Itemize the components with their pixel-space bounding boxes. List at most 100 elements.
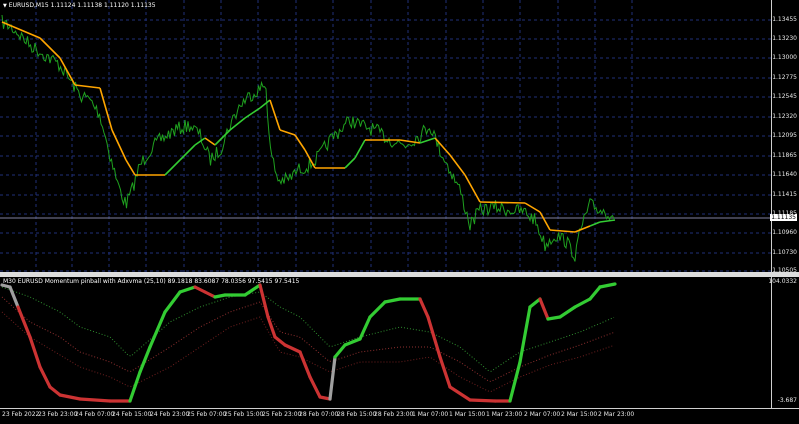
adaptive-ma-segment <box>194 137 206 146</box>
indicator-bottom-value: -3.687 <box>777 397 797 404</box>
adaptive-ma-segment <box>599 219 616 223</box>
adaptive-ma-segment <box>344 157 356 169</box>
adaptive-ma-segment <box>304 149 316 169</box>
time-label: 23 Feb 2022 <box>2 411 40 418</box>
momentum-segment <box>203 290 217 299</box>
momentum-segment <box>163 290 182 314</box>
momentum-segment <box>538 297 550 321</box>
price-tick-label: 1.10730 <box>772 249 797 256</box>
indicator-top-value: 104.0332 <box>768 278 797 285</box>
price-tick-label: 1.12775 <box>772 74 797 81</box>
momentum-segment <box>448 385 472 402</box>
price-line <box>1 14 615 262</box>
adaptive-ma-segment <box>214 129 231 146</box>
momentum-segment <box>298 350 312 379</box>
momentum-segment <box>328 355 337 401</box>
momentum-segment <box>308 375 322 399</box>
time-label: 28 Feb 15:00 <box>337 411 377 418</box>
adaptive-ma-segment <box>279 129 296 136</box>
adaptive-ma-segment <box>259 99 271 109</box>
momentum-segment <box>148 310 167 349</box>
adaptive-ma-segment <box>539 211 551 231</box>
time-label: 1 Mar 15:00 <box>449 411 486 418</box>
adaptive-ma-segment <box>179 144 196 161</box>
adaptive-ma-segment <box>524 202 541 213</box>
time-label: 1 Mar 23:00 <box>486 411 523 418</box>
price-tick-label: 1.13000 <box>772 54 797 61</box>
price-tick-label: 1.11640 <box>772 171 797 178</box>
adaptive-ma-segment <box>164 159 181 176</box>
adaptive-ma-segment <box>229 117 246 131</box>
momentum-segment <box>273 335 287 347</box>
adaptive-ma-segment <box>464 174 481 203</box>
momentum-segment <box>178 285 197 294</box>
momentum-segment <box>193 285 207 294</box>
momentum-segment <box>528 297 542 309</box>
chart-title: ▼ EURUSD,M15 1.11124 1.11138 1.11120 1.1… <box>3 2 156 9</box>
price-tick-label: 1.10505 <box>772 267 797 274</box>
indicator-title: M30 EURUSD Momentum pinball with Adxvma … <box>3 278 300 285</box>
momentum-segment <box>418 297 430 319</box>
time-label: 23 Feb 23:00 <box>38 411 78 418</box>
momentum-segment <box>16 305 32 339</box>
price-tick-label: 1.13455 <box>772 16 797 23</box>
symbol-ohlc-label: EURUSD,M15 1.11124 1.11138 1.11120 1.111… <box>8 2 156 9</box>
price-tick-label: 1.11865 <box>772 152 797 159</box>
momentum-segment <box>558 305 577 319</box>
momentum-segment <box>48 385 62 397</box>
momentum-segment <box>58 393 82 401</box>
time-label: 25 Feb 23:00 <box>262 411 302 418</box>
adaptive-ma-segment <box>294 134 306 151</box>
adaptive-ma-segment <box>354 139 366 159</box>
momentum-segment <box>38 365 52 389</box>
time-label: 2 Mar 07:00 <box>524 411 561 418</box>
momentum-segment <box>333 343 347 359</box>
price-chart-pane[interactable]: ▼ EURUSD,M15 1.11124 1.11138 1.11120 1.1… <box>0 0 772 272</box>
momentum-segment <box>426 315 442 359</box>
adaptive-ma-segment <box>549 229 576 233</box>
momentum-segment <box>138 345 152 374</box>
momentum-segment <box>383 297 402 304</box>
window-menu-caret[interactable]: ▼ <box>3 3 7 9</box>
time-label: 24 Feb 07:00 <box>75 411 115 418</box>
price-tick-label: 1.12320 <box>772 113 797 120</box>
adaptive-ma-segment <box>99 87 113 131</box>
price-tick-label: 1.10960 <box>772 229 797 236</box>
momentum-segment <box>283 343 302 354</box>
momentum-segment <box>518 305 532 364</box>
time-label: 28 Feb 23:00 <box>374 411 414 418</box>
current-price-tag: 1.11135 <box>770 214 797 221</box>
time-label: 28 Feb 07:00 <box>299 411 339 418</box>
momentum-segment <box>546 315 562 321</box>
momentum-segment <box>468 398 497 403</box>
momentum-segment <box>438 355 452 389</box>
price-tick-label: 1.13230 <box>772 35 797 42</box>
time-label: 25 Feb 15:00 <box>224 411 264 418</box>
adaptive-ma-segment <box>204 137 216 146</box>
momentum-segment <box>8 285 20 309</box>
momentum-segment <box>28 335 42 369</box>
price-tick-label: 1.12545 <box>772 93 797 100</box>
momentum-segment <box>358 315 372 341</box>
adaptive-ma-segment <box>479 201 526 204</box>
price-axis[interactable]: 1.13455 1.13230 1.13000 1.12775 1.12545 1.123… <box>770 0 799 274</box>
adaptive-ma-segment <box>449 154 466 176</box>
adaptive-ma-segment <box>574 225 591 233</box>
indicator-svg[interactable] <box>0 277 772 408</box>
time-label: 24 Feb 15:00 <box>112 411 152 418</box>
time-label: 2 Mar 23:00 <box>598 411 635 418</box>
adaptive-ma-segment <box>269 99 281 131</box>
momentum-segment <box>573 297 592 309</box>
time-label: 1 Mar 07:00 <box>412 411 449 418</box>
time-label: 24 Feb 23:00 <box>150 411 190 418</box>
momentum-segment <box>598 282 617 289</box>
momentum-segment <box>128 370 142 403</box>
time-label: 2 Mar 15:00 <box>561 411 598 418</box>
time-axis[interactable]: 23 Feb 2022 23 Feb 23:00 24 Feb 07:00 24 Fe… <box>0 408 799 424</box>
indicator-pane[interactable]: M30 EURUSD Momentum pinball with Adxvma … <box>0 277 772 408</box>
momentum-segment <box>508 360 522 403</box>
momentum-segment <box>588 285 602 301</box>
price-chart-svg[interactable] <box>0 0 772 272</box>
momentum-segment <box>258 283 270 319</box>
indicator-axis[interactable]: 104.0332 -3.687 <box>768 277 799 408</box>
